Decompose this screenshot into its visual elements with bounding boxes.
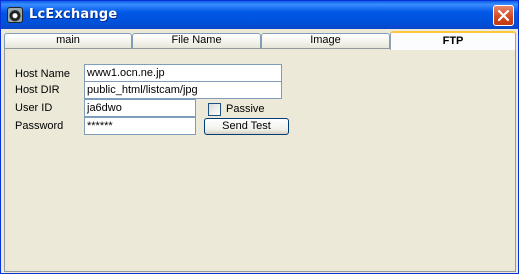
lcexchange-window: LcExchange main File Name Image FTP Host… xyxy=(0,0,519,274)
user-id-label: User ID xyxy=(15,102,53,114)
host-dir-input[interactable]: public_html/listcam/jpg xyxy=(84,81,282,99)
user-id-input[interactable]: ja6dwo xyxy=(84,99,196,117)
host-name-input[interactable]: www1.ocn.ne.jp xyxy=(84,64,282,82)
passive-label[interactable]: Passive xyxy=(226,103,265,115)
window-title: LcExchange xyxy=(29,7,118,22)
tab-ftp[interactable]: FTP xyxy=(390,31,516,50)
app-icon[interactable] xyxy=(7,7,23,23)
host-name-label: Host Name xyxy=(15,68,71,80)
host-dir-label: Host DIR xyxy=(15,84,60,96)
close-icon xyxy=(498,10,509,21)
tab-strip: main File Name Image FTP xyxy=(4,31,516,50)
title-bar[interactable]: LcExchange xyxy=(1,1,518,29)
passive-checkbox[interactable] xyxy=(208,103,221,116)
tab-file-name[interactable]: File Name xyxy=(132,33,261,48)
tab-main[interactable]: main xyxy=(4,33,132,48)
send-test-button[interactable]: Send Test xyxy=(204,118,289,135)
close-button[interactable] xyxy=(493,5,514,26)
password-label: Password xyxy=(15,120,64,132)
tab-image[interactable]: Image xyxy=(261,33,390,48)
password-input[interactable]: ****** xyxy=(84,117,196,135)
